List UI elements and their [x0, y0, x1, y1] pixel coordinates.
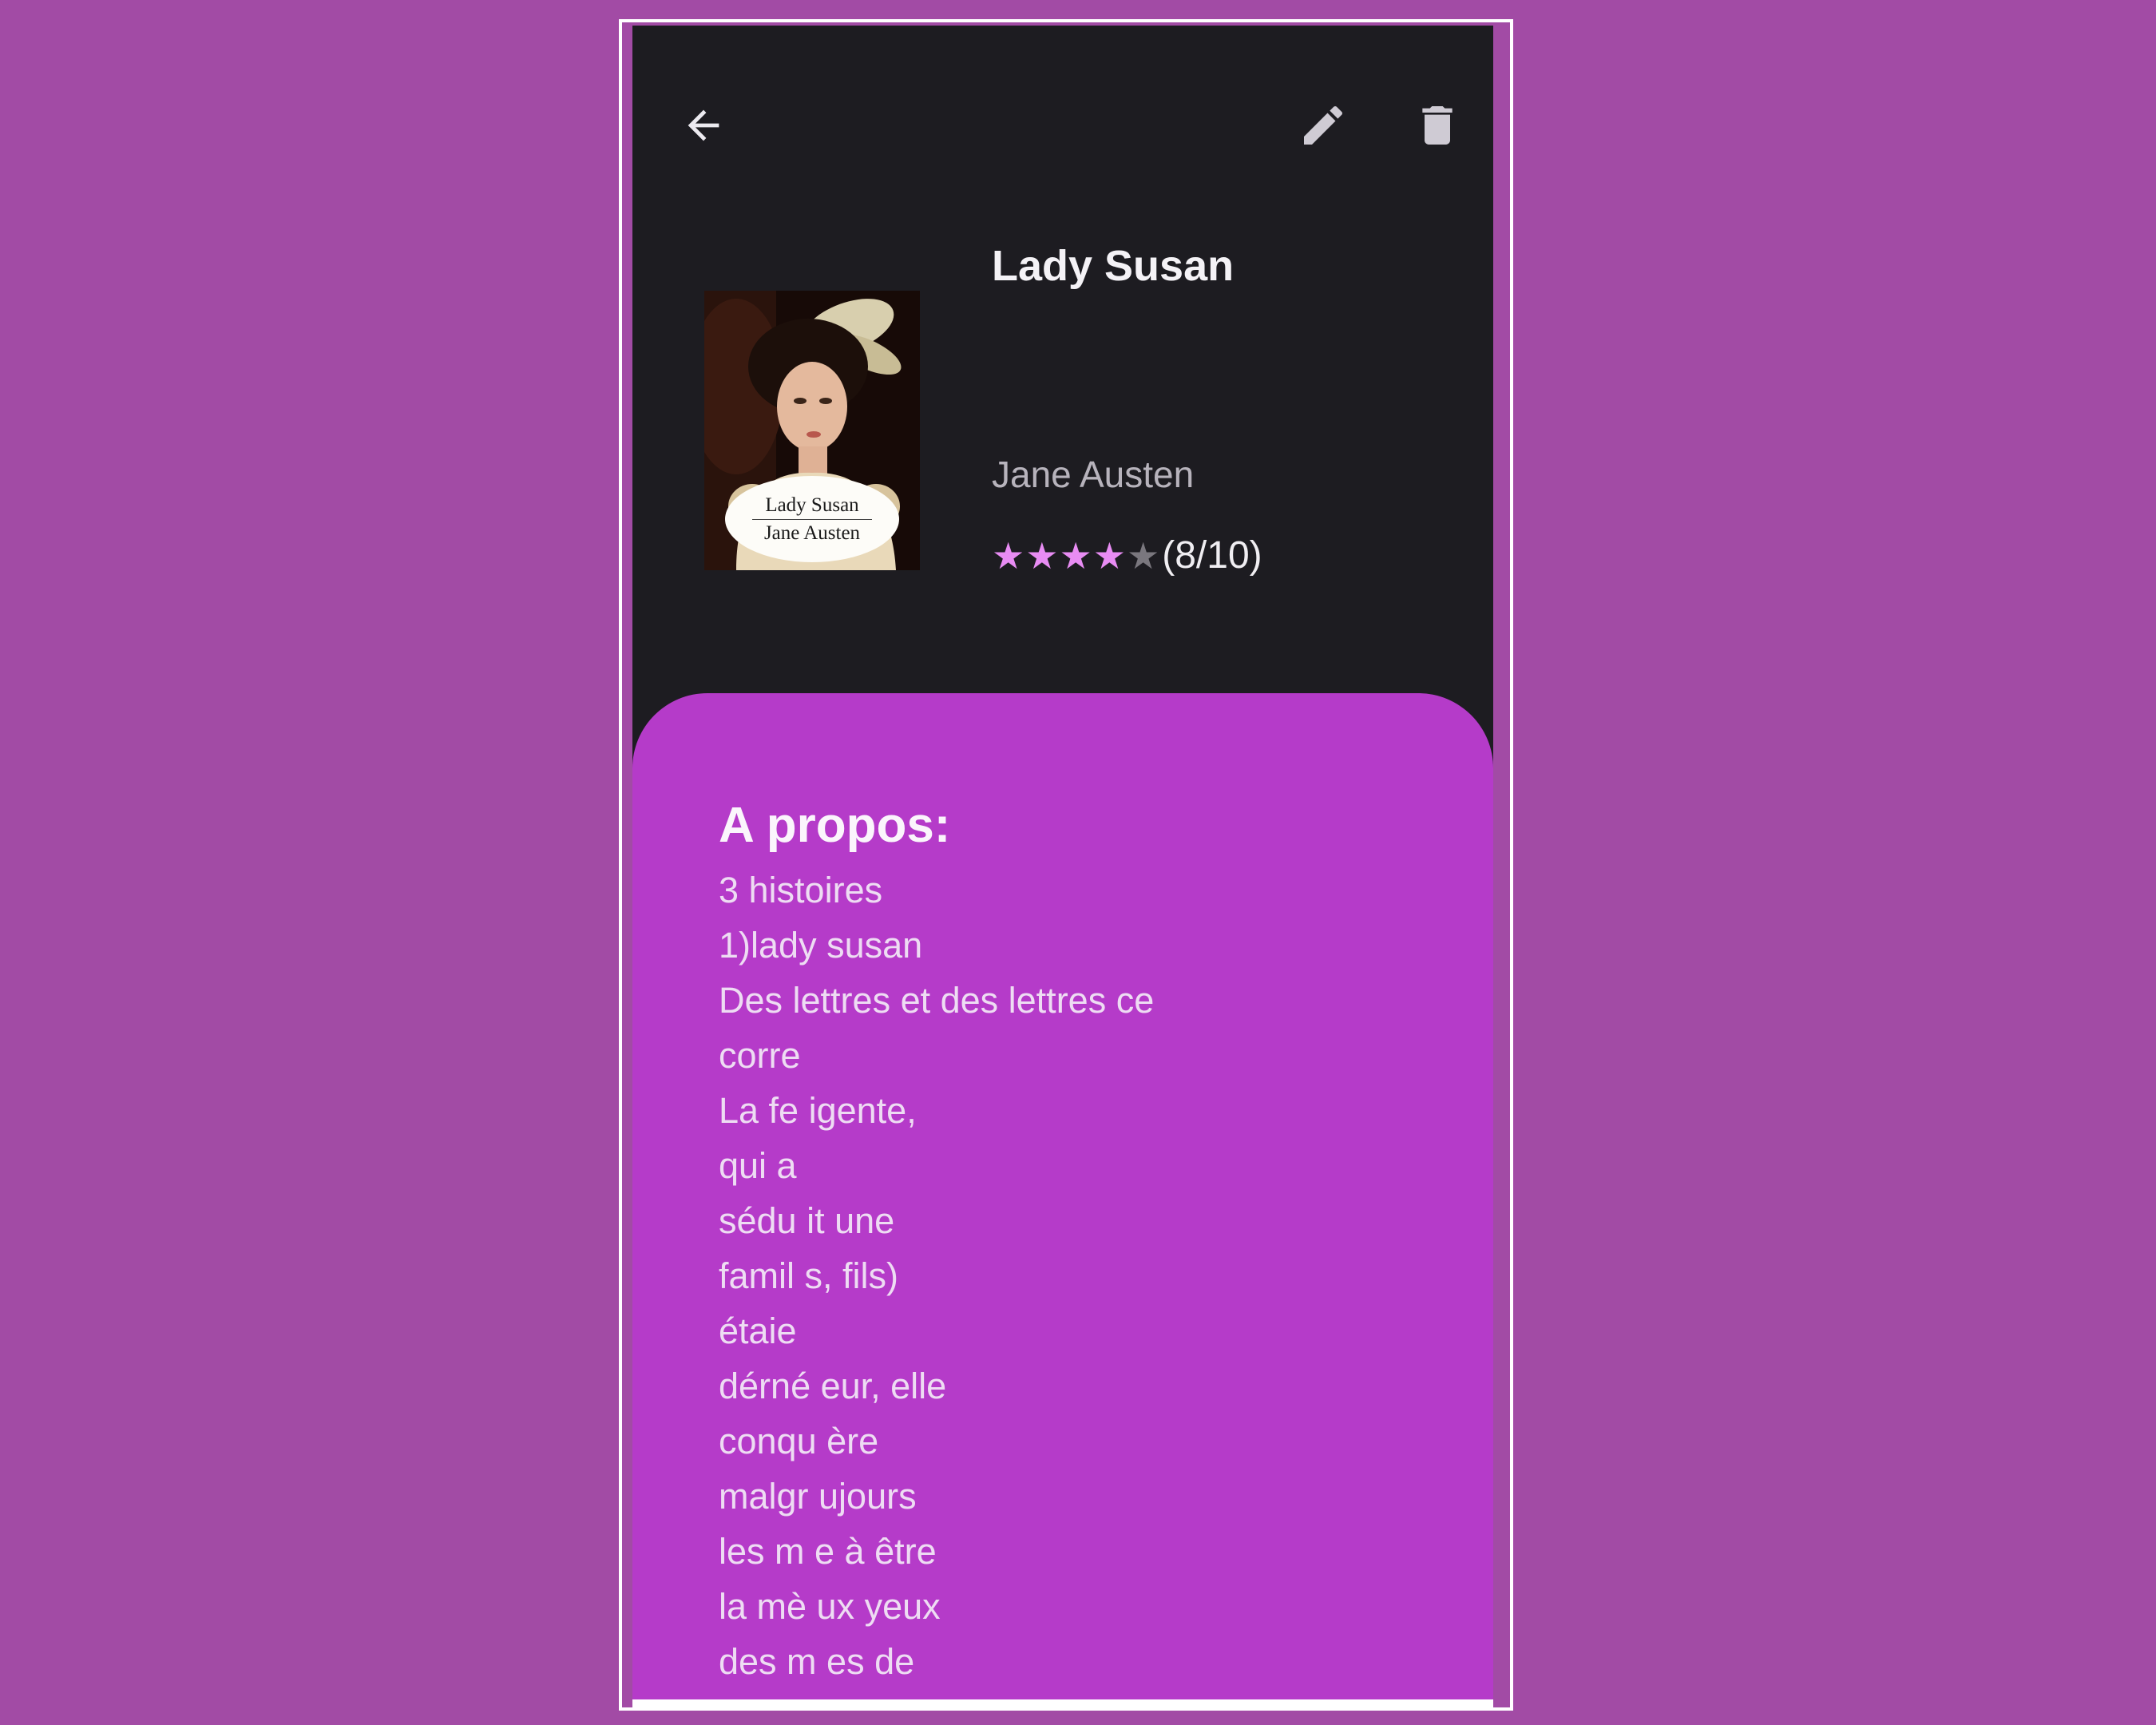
about-line: conqu ère [719, 1421, 879, 1461]
delete-button[interactable] [1385, 73, 1489, 177]
about-sheet[interactable]: A propos: 3 histoires 1)lady susan Des l… [632, 693, 1493, 1704]
back-button[interactable] [652, 73, 755, 177]
about-line: étaie [719, 1311, 797, 1351]
about-line: dérné eur, elle [719, 1366, 947, 1406]
pencil-icon [1298, 100, 1349, 151]
arrow-left-icon [680, 102, 727, 149]
bottom-edge [632, 1699, 1493, 1711]
about-text: 3 histoires 1)lady susan Des lettres et … [719, 862, 1405, 1704]
cover-title-label: Lady Susan Jane Austen [725, 476, 899, 562]
about-line: sédu it une [719, 1200, 895, 1241]
about-heading: A propos: [719, 798, 951, 853]
rating: ★ ★ ★ ★ ★ (8/10) [992, 533, 1262, 577]
about-line: famil s, fils) [719, 1255, 898, 1296]
star-empty-icon: ★ [1127, 534, 1160, 577]
about-line: La fe igente, [719, 1090, 917, 1131]
about-line: les m e à être [719, 1531, 937, 1572]
star-filled-icon: ★ [992, 534, 1025, 577]
rating-value: (8/10) [1162, 534, 1262, 577]
cover-title: Lady Susan [765, 494, 859, 516]
about-line: malgr ujours [719, 1476, 917, 1517]
star-filled-icon: ★ [1059, 534, 1092, 577]
book-detail-screen: Lady Susan Jane Austen Lady Susan Jane A… [632, 26, 1493, 1704]
star-filled-icon: ★ [1092, 534, 1126, 577]
about-line: corre [719, 1035, 801, 1076]
cover-author: Jane Austen [763, 521, 861, 544]
star-filled-icon: ★ [1025, 534, 1059, 577]
book-cover-image: Lady Susan Jane Austen [704, 291, 920, 570]
about-line: 1)lady susan [719, 925, 923, 966]
trash-icon [1412, 100, 1463, 151]
about-line: la mè ux yeux [719, 1586, 941, 1627]
edit-button[interactable] [1271, 73, 1375, 177]
book-title: Lady Susan [992, 242, 1235, 290]
about-line: Des lettres et des lettres ce [719, 980, 1155, 1021]
about-line: qui a [719, 1145, 797, 1186]
book-author: Jane Austen [992, 454, 1195, 495]
about-line: des m es de [719, 1641, 915, 1682]
about-line: 3 histoires [719, 870, 883, 910]
